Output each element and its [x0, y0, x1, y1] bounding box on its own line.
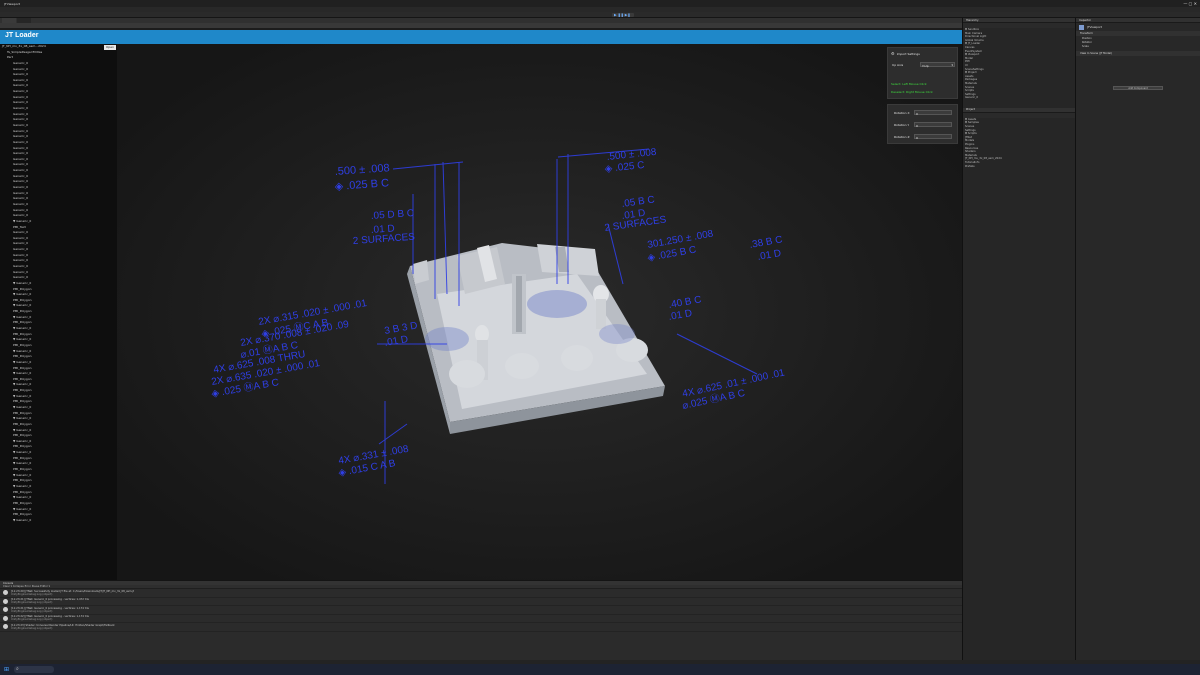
component-label: View In Scene (JT Model): [1080, 52, 1112, 55]
jt-loader-title: JT Loader: [5, 32, 39, 39]
play-icon[interactable]: ▶ ❚❚ ▶❚: [614, 13, 630, 17]
tab-project[interactable]: Project: [966, 108, 975, 111]
tab-hierarchy[interactable]: Hierarchy: [966, 19, 979, 22]
scale-label: Scale: [1082, 44, 1089, 48]
console-toolbar-text[interactable]: Clear ▾ Collapse Error Pause Editor ▾: [3, 585, 50, 588]
inspector-panel: Inspector JTViewport Transform Position …: [1075, 18, 1200, 660]
window-controls-icon[interactable]: — ▢ ✕: [1183, 1, 1197, 6]
info-icon: [3, 607, 8, 613]
hierarchy-panel: Hierarchy ▼ Sandbox Main Camera Directio…: [962, 18, 1075, 660]
chevron-down-icon: ▾: [951, 63, 953, 67]
log-stacktrace: UnityEngine.Debug:Log (object): [11, 592, 53, 596]
model-tree-panel[interactable]: JT_NH_mv_3x_08_asm...2024 Ts_SimplePeaga…: [0, 44, 117, 580]
console-panel: Console Clear ▾ Collapse Error Pause Edi…: [0, 580, 962, 660]
rotation-z-label: Rotation Z: [894, 135, 910, 139]
rotation-label: Rotation: [1082, 40, 1093, 44]
info-icon: [3, 590, 8, 596]
transform-label: Transform: [1080, 32, 1093, 35]
position-label: Position: [1082, 36, 1092, 40]
select-hint: Select: Left Mouse Click: [891, 82, 927, 86]
taskbar: ⊞ ⌕: [0, 664, 1200, 675]
rotation-x-field[interactable]: 0: [914, 110, 952, 116]
console-log-row[interactable]: [11:23:21] JTNet: Generic_0 processing -…: [0, 598, 962, 606]
console-log-row[interactable]: [11:23:20] JTNet: Successfully loaded JT…: [0, 589, 962, 598]
model-viewport[interactable]: .500 ± .008 ◈ .025 B C .500 ± .008 ◈ .02…: [117, 44, 962, 580]
hierarchy-item[interactable]: Generic_0: [965, 96, 1075, 100]
start-icon[interactable]: ⊞: [4, 666, 9, 673]
object-name[interactable]: JTViewport: [1087, 25, 1102, 29]
search-box[interactable]: ⌕: [14, 666, 54, 673]
log-stacktrace: UnityEngine.Debug:Log (object): [11, 626, 53, 630]
rotation-z-value: 0: [916, 135, 918, 140]
project-item[interactable]: Prefabs: [965, 165, 1075, 169]
rotation-panel: Rotation X 0 Rotation Y 0 Rotation Z 0: [887, 104, 958, 144]
console-log-row[interactable]: [11:23:22] JTNet: Generic_0 processing -…: [0, 615, 962, 623]
rotation-x-label: Rotation X: [894, 111, 910, 115]
rotation-y-field[interactable]: 0: [914, 122, 952, 128]
log-stacktrace: UnityEngine.Debug:Log (object): [11, 601, 53, 605]
log-stacktrace: UnityEngine.Debug:Log (object): [11, 609, 53, 613]
object-header: JTViewport: [1076, 23, 1200, 31]
window-titlebar: JTViewport — ▢ ✕: [0, 0, 1200, 7]
settings-icon: ⚙: [891, 51, 895, 56]
open-button[interactable]: Open: [104, 45, 116, 50]
log-stacktrace: UnityEngine.Debug:Log (object): [11, 618, 53, 622]
rotation-y-value: 0: [916, 123, 918, 128]
jt-loader-header: [0, 30, 962, 44]
component-body: [1076, 56, 1200, 84]
up-axis-value: Y-Up: [922, 63, 929, 68]
console-log-row[interactable]: [11:23:21] JTNet: Generic_0 processing -…: [0, 606, 962, 615]
info-icon: [3, 615, 8, 621]
tree-node[interactable]: ▼ Generic_0: [0, 518, 117, 524]
rotation-x-value: 0: [916, 111, 918, 116]
add-component-button[interactable]: Add Component: [1113, 86, 1163, 90]
rotation-y-label: Rotation Y: [894, 123, 910, 127]
gameobject-icon: [1079, 24, 1084, 30]
search-icon: ⌕: [16, 666, 19, 672]
up-axis-label: Up Axis: [892, 63, 904, 67]
rotation-z-field[interactable]: 0: [914, 134, 952, 140]
tab-inspector[interactable]: Inspector: [1079, 19, 1091, 22]
info-icon: [3, 598, 8, 604]
import-settings-title: Import Settings: [896, 51, 920, 56]
console-log-row[interactable]: [11:23:23] Shader: Universal Render Pipe…: [0, 623, 962, 632]
up-axis-dropdown[interactable]: Y-Up ▾: [920, 62, 955, 68]
deselect-hint: Deselect: Right Mouse Click: [891, 90, 933, 94]
import-settings-panel: ⚙ Import Settings Up Axis Y-Up ▾ Select:…: [887, 47, 958, 99]
play-controls[interactable]: ▶ ❚❚ ▶❚: [612, 13, 634, 17]
info-icon: [3, 624, 8, 630]
window-title: JTViewport: [4, 1, 20, 6]
